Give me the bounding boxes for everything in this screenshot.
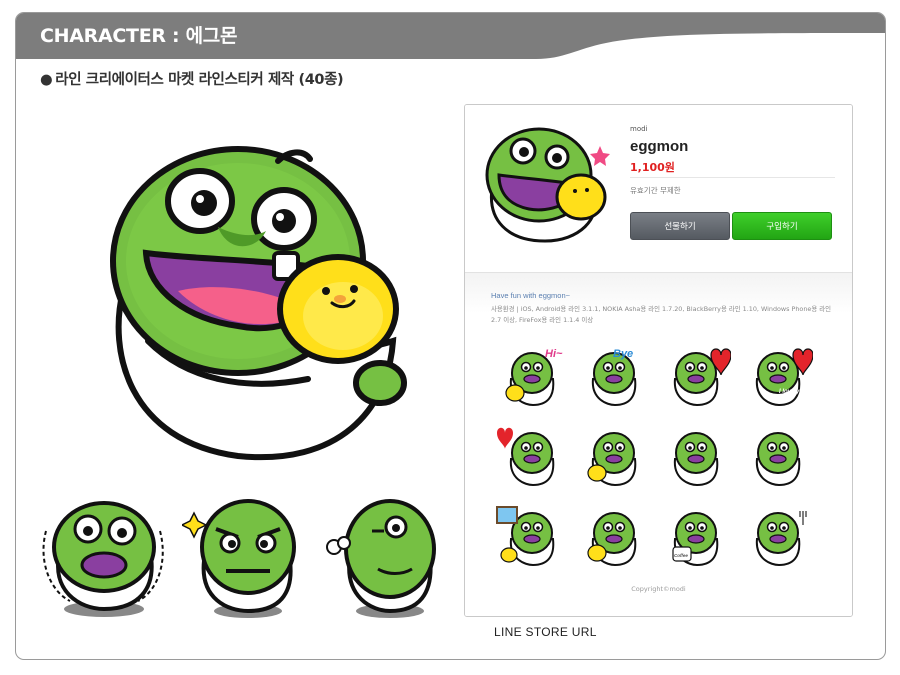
sticker-party[interactable] [577,503,649,567]
buy-button[interactable]: 구입하기 [732,212,832,240]
sticker-bye[interactable]: Bye [577,343,649,407]
eggmon-shocked-illustration [42,501,164,617]
sticker-hi-text: Hi~ [545,348,563,360]
sticker-heart[interactable] [659,343,731,407]
sticker-name: eggmon [630,138,689,155]
store-header: modi eggmon 1,100원 유효기간 무제한 선물하기 구입하기 [465,105,852,273]
line-store-panel: modi eggmon 1,100원 유효기간 무제한 선물하기 구입하기 Ha… [464,104,853,617]
sticker-i-love-you[interactable]: I love you [741,343,813,407]
subtitle-text: 라인 크리에이터스 마켓 라인스티커 제작 (40종) [55,72,344,88]
seller-name: modi [630,125,648,133]
eggmon-hero-illustration [110,146,407,461]
sticker-meal[interactable] [741,503,813,567]
promo-text: Have fun with eggmon~ [491,291,571,300]
copyright: Copyright©modi [631,585,686,593]
eggmon-angry-illustration [182,499,296,618]
bullet-icon: ● [40,72,53,88]
sticker-coffee[interactable]: Coffee [659,503,731,567]
environment-text: 사용환경 | iOS, Android용 라인 3.1.1, NOKIA Ash… [491,305,831,324]
validity-text: 유효기간 무제한 [630,186,681,195]
divider [630,177,835,178]
sticker-hi[interactable]: Hi~ [495,343,567,407]
sticker-i-love-you-text: I love you [779,389,807,395]
sticker-grin[interactable] [741,423,813,487]
sticker-bye-text: Bye [613,348,633,360]
sticker-broken-heart[interactable] [495,423,567,487]
sticker-price: 1,100원 [630,161,675,174]
content-frame: CHARACTER : 에그몬 ● 라인 크리에이터스 마켓 라인스티커 제작 (… [15,12,886,660]
sticker-grid: Hi~ Bye I love you Coffee [495,343,825,573]
sticker-coffee-text: Coffee [674,553,688,558]
sticker-window[interactable] [495,503,567,567]
sticker-tongue[interactable] [659,423,731,487]
eggmon-sigh-illustration [326,499,436,618]
subtitle: ● 라인 크리에이터스 마켓 라인스티커 제작 (40종) [40,68,344,89]
store-details: Have fun with eggmon~ 사용환경 | iOS, Androi… [465,273,852,616]
page-title: CHARACTER : 에그몬 [40,25,238,47]
eggmon-thumbnail-icon [485,127,610,243]
gift-button[interactable]: 선물하기 [630,212,730,240]
sticker-surprised[interactable] [577,423,649,487]
store-url-caption: LINE STORE URL [494,625,597,639]
